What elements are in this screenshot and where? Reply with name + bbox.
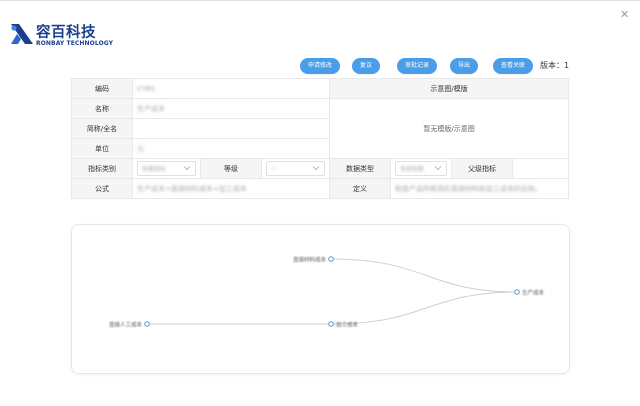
name-label: 名称 [71, 98, 133, 119]
graph-node[interactable] [144, 321, 150, 327]
chevron-down-icon [312, 166, 320, 171]
datatype-label: 数据类型 [329, 158, 392, 179]
parent-field [512, 158, 570, 179]
chevron-down-icon [434, 166, 442, 171]
diagram-header: 示意图/模版 [329, 78, 570, 99]
graph-edge [330, 291, 518, 325]
fullname-field [131, 118, 331, 139]
logo-mark-icon [11, 24, 33, 44]
unit-field: 元 [131, 138, 331, 159]
view-related-button[interactable]: 查看关联 [493, 58, 534, 74]
indicator-detail-form: 编码 CYBS 示意图/模版 名称 生产成本 暂无模版/示意图 简称/全名 单位… [71, 78, 570, 199]
graph-node-label: 直接人工成本 [109, 321, 143, 329]
relation-graph-panel: 直接材料成本 直接人工成本 加工成本 生产成本 [71, 224, 570, 374]
top-divider [0, 0, 640, 1]
level-label: 等级 [200, 158, 262, 179]
level-cell: 一 [260, 158, 331, 179]
formula-label: 公式 [71, 178, 133, 199]
unit-value: 元 [137, 144, 144, 153]
datatype-select[interactable]: 系统取数 [395, 161, 448, 176]
code-label: 编码 [71, 78, 133, 99]
approval-record-button[interactable]: 审批记录 [397, 58, 438, 74]
close-icon[interactable]: ✕ [620, 8, 629, 21]
graph-node[interactable] [328, 256, 334, 262]
datatype-value: 系统取数 [400, 166, 425, 173]
brand-subtitle: RONBAY TECHNOLOGY [36, 40, 114, 47]
formula-field: 生产成本=直接材料成本+加工成本 [131, 178, 331, 199]
graph-node[interactable] [514, 289, 520, 295]
graph-node-label: 生产成本 [522, 289, 545, 297]
graph-edge [330, 258, 518, 293]
code-value: CYBS [137, 84, 156, 93]
category-label: 指标类别 [71, 158, 133, 179]
graph-node-label: 加工成本 [336, 321, 359, 329]
brand-name: 容百科技 [36, 25, 96, 41]
version-value: 1 [564, 61, 570, 70]
version-label: 版本： [540, 61, 564, 70]
definition-value: 制造产品所耗用的直接材料和加工成本的总和。 [395, 184, 543, 193]
company-logo: 容百科技 RONBAY TECHNOLOGY [9, 20, 113, 52]
relation-graph: 直接材料成本 直接人工成本 加工成本 生产成本 [109, 256, 545, 329]
graph-node[interactable] [328, 321, 334, 327]
category-select[interactable]: 结果指标 [137, 161, 196, 176]
parent-label: 父级指标 [451, 158, 514, 179]
diagram-placeholder: 暂无模版/示意图 [329, 98, 570, 159]
definition-field: 制造产品所耗用的直接材料和加工成本的总和。 [390, 178, 570, 199]
datatype-cell: 系统取数 [390, 158, 453, 179]
name-field: 生产成本 [131, 98, 331, 119]
fullname-label: 简称/全名 [71, 118, 133, 139]
graph-node-label: 直接材料成本 [293, 256, 327, 264]
code-field: CYBS [131, 78, 331, 99]
definition-label: 定义 [329, 178, 392, 199]
level-value: 一 [271, 166, 278, 173]
category-value: 结果指标 [142, 166, 167, 173]
category-cell: 结果指标 [132, 158, 201, 179]
formula-value: 生产成本=直接材料成本+加工成本 [137, 184, 247, 193]
reconsider-button[interactable]: 复议 [352, 58, 381, 74]
level-select[interactable]: 一 [266, 161, 326, 176]
unit-label: 单位 [71, 138, 133, 159]
apply-modify-button[interactable]: 申请修改 [300, 58, 341, 74]
version-indicator: 版本：1 [540, 58, 569, 74]
chevron-down-icon [183, 166, 191, 171]
export-button[interactable]: 导出 [450, 58, 479, 74]
name-value: 生产成本 [137, 104, 165, 113]
